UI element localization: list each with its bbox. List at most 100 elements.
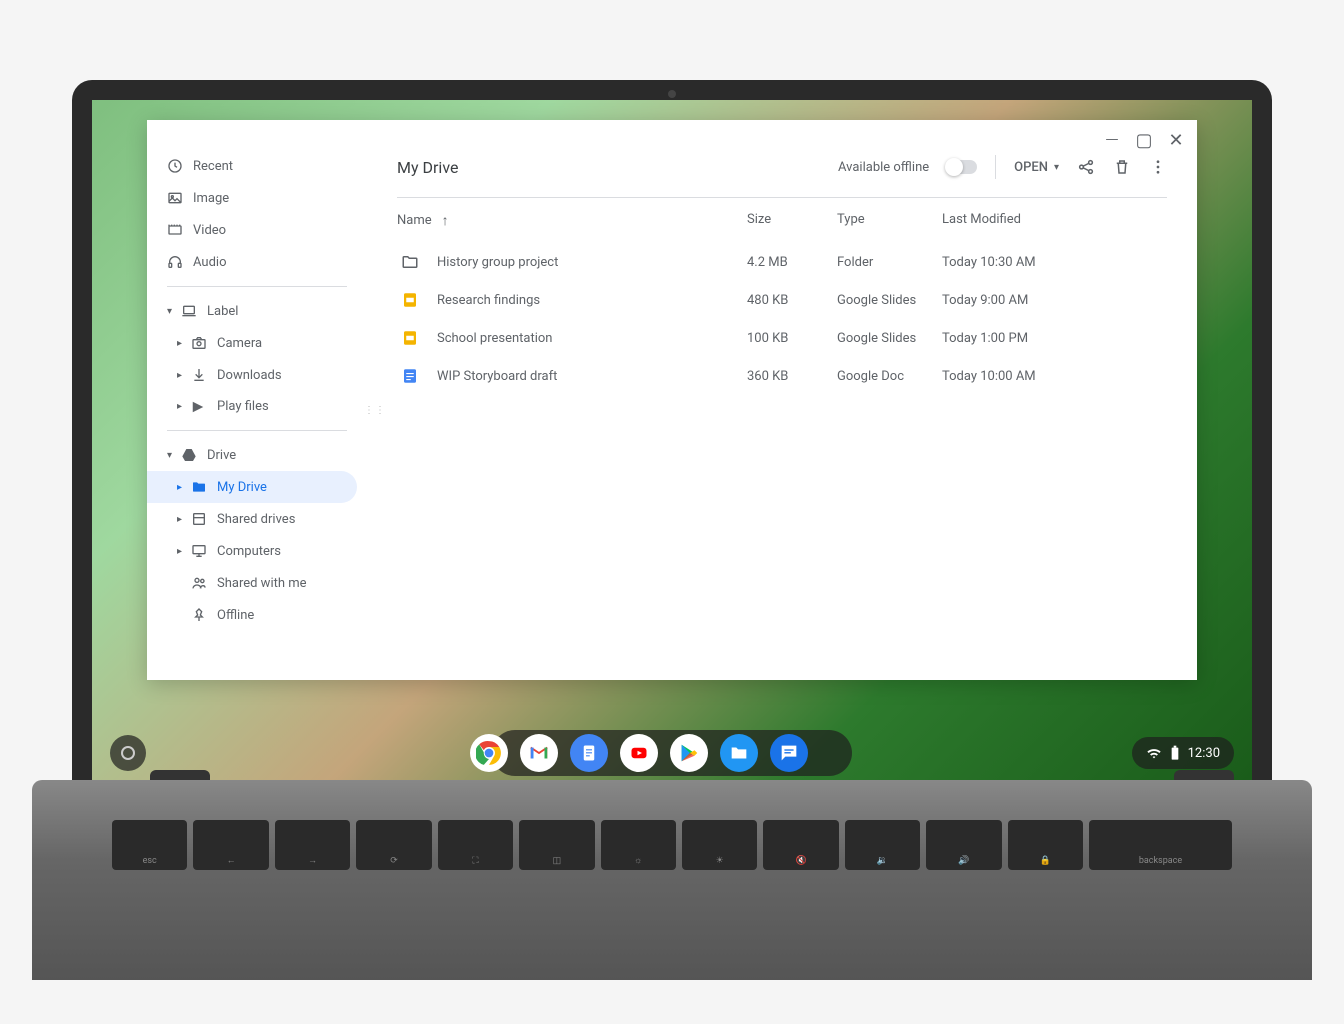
sidebar-item-play-files[interactable]: ▸ Play files [147,391,367,422]
sidebar-item-shared-with-me[interactable]: Shared with me [147,567,367,599]
offline-toggle[interactable] [947,160,977,174]
image-icon [167,190,193,206]
files-app-window: — ▢ ✕ ⋮⋮ Recent Image Video [147,120,1197,680]
laptop-icon [181,303,207,319]
docs-app[interactable] [570,734,608,772]
file-type: Google Slides [837,331,942,346]
dropdown-icon: ▾ [1054,162,1059,173]
col-type-header[interactable]: Type [837,212,942,229]
sidebar-item-audio[interactable]: Audio [147,246,367,278]
sidebar-item-offline[interactable]: Offline [147,599,367,631]
sidebar-label: Video [193,223,226,238]
sidebar-resize-handle[interactable]: ⋮⋮ [364,405,386,416]
pin-icon [191,607,217,623]
file-modified: Today 1:00 PM [942,331,1167,346]
file-name: History group project [437,255,558,270]
sidebar-section-drive[interactable]: ▾ Drive [147,439,367,471]
download-icon [191,367,217,383]
maximize-button[interactable]: ▢ [1135,130,1153,151]
chevron-down-icon: ▾ [167,450,181,461]
sidebar-label: Audio [193,255,226,270]
col-size-header[interactable]: Size [747,212,837,229]
sidebar-label: Offline [217,608,254,623]
sidebar-item-image[interactable]: Image [147,182,367,214]
col-name-header[interactable]: Name ↑ [397,212,747,229]
folder-icon [191,479,217,495]
messages-app[interactable] [770,734,808,772]
drive-icon [181,447,207,463]
divider [167,286,347,287]
table-row[interactable]: History group project 4.2 MB Folder Toda… [397,243,1167,281]
sidebar-label: Shared drives [217,512,295,527]
sidebar-item-my-drive[interactable]: ▸ My Drive [147,471,357,503]
file-modified: Today 9:00 AM [942,293,1167,308]
file-size: 480 KB [747,293,837,308]
battery-icon [1170,745,1180,761]
status-tray[interactable]: 12:30 [1132,737,1234,769]
chevron-right-icon: ▸ [177,338,191,349]
slides-icon [397,291,427,309]
file-name: School presentation [437,331,553,346]
people-icon [191,575,217,591]
sidebar-label: Play files [217,399,269,414]
play-store-icon [191,400,217,414]
launcher-button[interactable] [110,735,146,771]
clock: 12:30 [1188,746,1220,761]
file-name: Research findings [437,293,540,308]
sidebar-item-shared-drives[interactable]: ▸ Shared drives [147,503,367,535]
sidebar-item-computers[interactable]: ▸ Computers [147,535,367,567]
gmail-app[interactable] [520,734,558,772]
desktop-screen: — ▢ ✕ ⋮⋮ Recent Image Video [92,100,1252,780]
sidebar-item-downloads[interactable]: ▸ Downloads [147,359,367,391]
sidebar-item-video[interactable]: Video [147,214,367,246]
play-store-app[interactable] [670,734,708,772]
file-size: 100 KB [747,331,837,346]
file-name: WIP Storyboard draft [437,369,557,384]
chevron-right-icon: ▸ [177,546,191,557]
sidebar-section-label[interactable]: ▾ Label [147,295,367,327]
close-button[interactable]: ✕ [1167,130,1185,151]
circle-icon [121,746,135,760]
slides-icon [397,329,427,347]
toolbar: Available offline OPEN ▾ [838,155,1167,179]
file-size: 4.2 MB [747,255,837,270]
chrome-app[interactable] [470,734,508,772]
file-type: Google Slides [837,293,942,308]
sidebar-label: Camera [217,336,262,351]
youtube-app[interactable] [620,734,658,772]
sidebar-item-camera[interactable]: ▸ Camera [147,327,367,359]
shelf-apps [470,734,808,772]
files-app[interactable] [720,734,758,772]
table-row[interactable]: Research findings 480 KB Google Slides T… [397,281,1167,319]
minimize-button[interactable]: — [1103,130,1121,151]
delete-button[interactable] [1113,158,1131,176]
chevron-right-icon: ▸ [177,370,191,381]
webcam [668,90,676,98]
sidebar-item-recent[interactable]: Recent [147,150,367,182]
sidebar-label: Downloads [217,368,282,383]
camera-icon [191,335,217,351]
wifi-icon [1146,745,1162,761]
sidebar-label: Drive [207,448,236,463]
chevron-right-icon: ▸ [177,482,191,493]
file-type: Folder [837,255,942,270]
folder-icon [397,253,427,271]
sort-ascending-icon: ↑ [442,212,449,229]
chevron-down-icon: ▾ [167,306,181,317]
share-button[interactable] [1077,158,1095,176]
file-modified: Today 10:30 AM [942,255,1167,270]
offline-label: Available offline [838,160,929,175]
table-row[interactable]: School presentation 100 KB Google Slides… [397,319,1167,357]
file-list: History group project 4.2 MB Folder Toda… [397,243,1167,395]
computer-icon [191,543,217,559]
open-button[interactable]: OPEN ▾ [1014,160,1059,175]
table-row[interactable]: WIP Storyboard draft 360 KB Google Doc T… [397,357,1167,395]
file-size: 360 KB [747,369,837,384]
sidebar-label: Image [193,191,229,206]
laptop-frame: — ▢ ✕ ⋮⋮ Recent Image Video [72,80,1272,780]
more-menu-button[interactable] [1149,158,1167,176]
content-header: My Drive Available offline OPEN ▾ [397,155,1167,198]
open-label: OPEN [1014,160,1048,175]
col-modified-header[interactable]: Last Modified [942,212,1167,229]
video-icon [167,222,193,238]
